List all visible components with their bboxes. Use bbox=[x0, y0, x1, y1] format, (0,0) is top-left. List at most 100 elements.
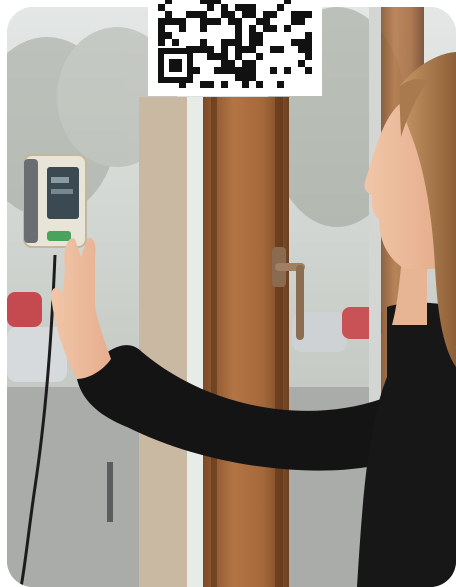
qr-module bbox=[256, 32, 263, 39]
qr-module bbox=[284, 67, 291, 74]
qr-module bbox=[256, 18, 263, 25]
qr-module bbox=[291, 39, 298, 46]
qr-module bbox=[291, 18, 298, 25]
qr-module bbox=[277, 4, 284, 11]
qr-module bbox=[242, 74, 249, 81]
bollard bbox=[107, 462, 113, 522]
qr-module bbox=[207, 46, 214, 53]
qr-module bbox=[221, 60, 228, 67]
qr-module bbox=[235, 74, 242, 81]
qr-module bbox=[235, 46, 242, 53]
qr-module bbox=[249, 25, 256, 32]
qr-module bbox=[298, 60, 305, 67]
qr-module bbox=[214, 53, 221, 60]
qr-module bbox=[165, 0, 172, 4]
qr-module bbox=[165, 18, 172, 25]
qr-module bbox=[200, 46, 207, 53]
parked-car-white bbox=[7, 327, 67, 382]
qr-module bbox=[235, 4, 242, 11]
qr-module bbox=[249, 4, 256, 11]
qr-module bbox=[235, 32, 242, 39]
qr-module bbox=[193, 46, 200, 53]
qr-module bbox=[256, 53, 263, 60]
qr-module bbox=[207, 18, 214, 25]
qr-module bbox=[256, 39, 263, 46]
qr-module bbox=[235, 25, 242, 32]
qr-module bbox=[214, 0, 221, 4]
qr-module bbox=[158, 32, 165, 39]
qr-module bbox=[221, 67, 228, 74]
qr-module bbox=[228, 60, 235, 67]
qr-module bbox=[235, 39, 242, 46]
qr-finder-pattern bbox=[169, 59, 182, 72]
qr-module bbox=[193, 67, 200, 74]
qr-module bbox=[263, 11, 270, 18]
qr-module bbox=[158, 4, 165, 11]
qr-module bbox=[298, 18, 305, 25]
qr-module bbox=[305, 11, 312, 18]
window-post-left bbox=[139, 97, 194, 587]
qr-module bbox=[221, 46, 228, 53]
qr-module bbox=[263, 18, 270, 25]
qr-module bbox=[221, 81, 228, 88]
window-glass-edge bbox=[187, 97, 203, 587]
qr-module bbox=[277, 46, 284, 53]
qr-module bbox=[249, 67, 256, 74]
qr-module bbox=[249, 39, 256, 46]
qr-module bbox=[228, 11, 235, 18]
qr-module bbox=[270, 67, 277, 74]
qr-module bbox=[305, 39, 312, 46]
qr-module bbox=[228, 39, 235, 46]
qr-module bbox=[200, 11, 207, 18]
qr-module bbox=[298, 11, 305, 18]
sensor-device-icon bbox=[23, 154, 87, 248]
qr-module bbox=[165, 11, 172, 18]
qr-module bbox=[228, 67, 235, 74]
qr-module bbox=[263, 25, 270, 32]
qr-module bbox=[242, 4, 249, 11]
qr-module bbox=[193, 11, 200, 18]
qr-module bbox=[242, 46, 249, 53]
qr-module bbox=[214, 67, 221, 74]
qr-module bbox=[298, 39, 305, 46]
qr-module bbox=[221, 53, 228, 60]
qr-module bbox=[235, 53, 242, 60]
qr-module bbox=[158, 25, 165, 32]
qr-module bbox=[249, 74, 256, 81]
qr-module bbox=[305, 53, 312, 60]
qr-module bbox=[207, 81, 214, 88]
qr-module bbox=[207, 4, 214, 11]
qr-module bbox=[221, 11, 228, 18]
qr-module bbox=[256, 81, 263, 88]
qr-module bbox=[200, 18, 207, 25]
qr-module bbox=[207, 53, 214, 60]
qr-module bbox=[200, 0, 207, 4]
qr-code-icon bbox=[148, 0, 322, 96]
qr-module bbox=[242, 60, 249, 67]
qr-module bbox=[284, 0, 291, 4]
qr-module bbox=[172, 39, 179, 46]
qr-module bbox=[242, 67, 249, 74]
qr-module bbox=[270, 11, 277, 18]
qr-module bbox=[158, 18, 165, 25]
qr-module bbox=[228, 18, 235, 25]
qr-module bbox=[221, 4, 228, 11]
qr-module bbox=[249, 11, 256, 18]
qr-module bbox=[249, 32, 256, 39]
qr-module bbox=[270, 25, 277, 32]
qr-code-pattern bbox=[148, 0, 322, 96]
qr-module bbox=[179, 25, 186, 32]
qr-module bbox=[200, 39, 207, 46]
qr-module bbox=[179, 18, 186, 25]
qr-module bbox=[242, 81, 249, 88]
qr-module bbox=[235, 67, 242, 74]
qr-module bbox=[305, 32, 312, 39]
qr-module bbox=[242, 11, 249, 18]
qr-module bbox=[221, 39, 228, 46]
qr-module bbox=[249, 60, 256, 67]
qr-module bbox=[235, 18, 242, 25]
qr-module bbox=[207, 0, 214, 4]
qr-module bbox=[214, 18, 221, 25]
qr-module bbox=[165, 32, 172, 39]
parked-car-red bbox=[7, 292, 42, 327]
